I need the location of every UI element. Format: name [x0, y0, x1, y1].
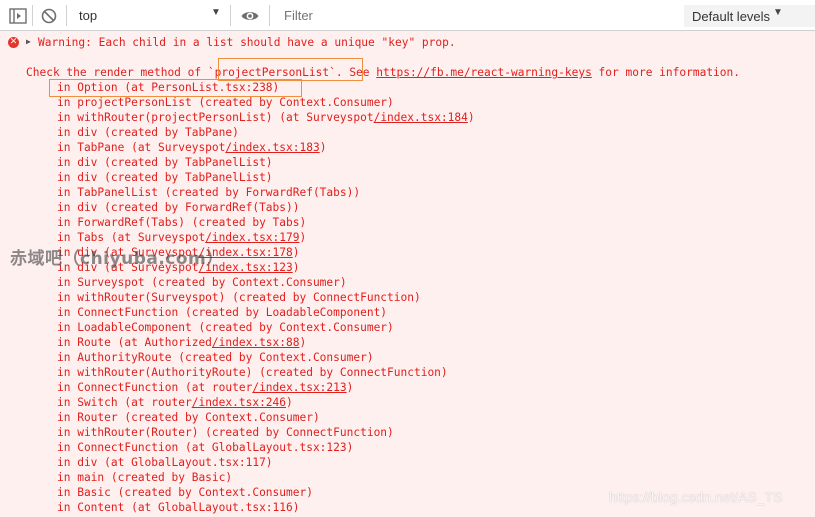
stack-line-text: in Switch (at router	[57, 396, 192, 409]
stack-line-text: in withRouter(Router) (created by Connec…	[57, 426, 394, 439]
stack-line-suffix: )	[299, 231, 307, 244]
highlight-box-component	[218, 58, 363, 81]
stack-line-text: in LoadableComponent (created by Context…	[57, 321, 394, 334]
check-render-line: Check the render method of `projectPerso…	[26, 65, 740, 80]
stack-line: in div (created by TabPane)	[57, 125, 239, 140]
console-toolbar: top ▼ Default levels ▼	[0, 0, 815, 31]
stack-line-text: in Content (at GlobalLayout.tsx:116)	[57, 501, 300, 514]
stack-line: in Route (at Authorized/index.tsx:88)	[57, 335, 306, 350]
log-levels-label: Default levels	[692, 9, 771, 24]
stack-line-suffix: )	[346, 381, 354, 394]
toolbar-divider	[32, 5, 33, 26]
stack-line-text: in Tabs (at Surveyspot	[57, 231, 206, 244]
stack-line-text: in TabPanelList (created by ForwardRef(T…	[57, 186, 361, 199]
source-link[interactable]: /index.tsx:246	[192, 396, 286, 409]
stack-line: in ConnectFunction (at router/index.tsx:…	[57, 380, 353, 395]
check-suffix: for more information.	[591, 66, 740, 79]
stack-line: in projectPersonList (created by Context…	[57, 95, 394, 110]
source-link[interactable]: /index.tsx:88	[212, 336, 300, 349]
source-link[interactable]: /index.tsx:213	[252, 381, 346, 394]
stack-line-suffix: )	[286, 396, 293, 409]
stack-line-text: in div (created by TabPane)	[57, 126, 239, 139]
check-prefix: Check the render method of	[26, 66, 208, 79]
stack-line: in div (at GlobalLayout.tsx:117)	[57, 455, 273, 470]
stack-line: in withRouter(Router) (created by Connec…	[57, 425, 394, 440]
stack-line-text: in projectPersonList (created by Context…	[57, 96, 394, 109]
eye-icon[interactable]	[240, 6, 260, 26]
stack-line: in ConnectFunction (at GlobalLayout.tsx:…	[57, 440, 353, 455]
stack-line-suffix: )	[299, 336, 307, 349]
react-warning-link[interactable]: https://fb.me/react-warning-keys	[376, 66, 592, 79]
stack-line-text: in div (created by TabPanelList)	[57, 171, 273, 184]
stack-line-text: in Surveyspot (created by Context.Consum…	[57, 276, 347, 289]
stack-line-text: in TabPane (at Surveyspot	[57, 141, 226, 154]
stack-line-text: in div (created by ForwardRef(Tabs))	[57, 201, 300, 214]
stack-line-suffix: )	[292, 246, 300, 259]
stack-line-text: in Basic (created by Context.Consumer)	[57, 486, 313, 499]
stack-line-text: in ConnectFunction (at router	[57, 381, 253, 394]
stack-line-suffix: )	[319, 141, 327, 154]
stack-line: in div (created by TabPanelList)	[57, 155, 273, 170]
stack-line: in AuthorityRoute (created by Context.Co…	[57, 350, 374, 365]
stack-line-text: in ForwardRef(Tabs) (created by Tabs)	[57, 216, 307, 229]
stack-line-text: in withRouter(Surveyspot) (created by Co…	[57, 291, 421, 304]
watermark: 赤域吧（chiyuba.com）	[10, 249, 224, 269]
stack-line: in Switch (at router/index.tsx:246)	[57, 395, 293, 410]
stack-line-text: in ConnectFunction (at GlobalLayout.tsx:…	[57, 441, 354, 454]
stack-line-text: in Router (created by Context.Consumer)	[57, 411, 320, 424]
stack-line: in withRouter(AuthorityRoute) (created b…	[57, 365, 448, 380]
stack-line: in withRouter(Surveyspot) (created by Co…	[57, 290, 421, 305]
error-icon: ✕	[8, 37, 19, 48]
stack-line: in div (created by ForwardRef(Tabs))	[57, 200, 299, 215]
chevron-down-icon: ▼	[773, 7, 783, 18]
stack-line: in Tabs (at Surveyspot/index.tsx:179)	[57, 230, 306, 245]
stack-line: in Basic (created by Context.Consumer)	[57, 485, 313, 500]
stack-line: in ConnectFunction (created by LoadableC…	[57, 305, 387, 320]
stack-line-text: in div (at GlobalLayout.tsx:117)	[57, 456, 273, 469]
stack-line-text: in Route (at Authorized	[57, 336, 212, 349]
stack-line-text: in div (created by TabPanelList)	[57, 156, 273, 169]
source-link[interactable]: /index.tsx:184	[374, 111, 468, 124]
clear-console-icon[interactable]	[39, 6, 59, 26]
stack-line-text: in AuthorityRoute (created by Context.Co…	[57, 351, 374, 364]
expand-arrow-icon[interactable]: ▶	[26, 37, 31, 46]
chevron-down-icon[interactable]: ▼	[211, 7, 221, 18]
stack-line: in Content (at GlobalLayout.tsx:116)	[57, 500, 299, 515]
stack-line-text: in main (created by Basic)	[57, 471, 233, 484]
highlight-box-option	[49, 79, 302, 97]
stack-line-text: in withRouter(projectPersonList) (at Sur…	[57, 111, 374, 124]
toolbar-divider	[230, 5, 231, 26]
stack-line: in ForwardRef(Tabs) (created by Tabs)	[57, 215, 306, 230]
filter-input[interactable]	[276, 4, 680, 26]
context-selector[interactable]: top	[79, 8, 97, 23]
stack-line-suffix: )	[292, 261, 300, 274]
toolbar-divider	[269, 5, 270, 26]
source-link[interactable]: /index.tsx:179	[205, 231, 299, 244]
stack-line-suffix: )	[467, 111, 475, 124]
warning-message: Warning: Each child in a list should hav…	[38, 36, 456, 49]
stack-line: in div (created by TabPanelList)	[57, 170, 273, 185]
stack-line: in LoadableComponent (created by Context…	[57, 320, 394, 335]
stack-line: in Router (created by Context.Consumer)	[57, 410, 320, 425]
stack-line: in TabPanelList (created by ForwardRef(T…	[57, 185, 360, 200]
console-output: ✕ ▶ Warning: Each child in a list should…	[0, 31, 815, 517]
toolbar-divider	[66, 5, 67, 26]
stack-line-text: in ConnectFunction (created by LoadableC…	[57, 306, 388, 319]
stack-line-text: in withRouter(AuthorityRoute) (created b…	[57, 366, 448, 379]
source-link[interactable]: /index.tsx:183	[225, 141, 319, 154]
log-levels-dropdown[interactable]: Default levels ▼	[684, 5, 815, 27]
stack-line: in Surveyspot (created by Context.Consum…	[57, 275, 347, 290]
stack-line: in TabPane (at Surveyspot/index.tsx:183)	[57, 140, 326, 155]
stack-line: in withRouter(projectPersonList) (at Sur…	[57, 110, 475, 125]
sidebar-toggle-icon[interactable]	[8, 6, 28, 26]
stack-line: in main (created by Basic)	[57, 470, 232, 485]
credit-watermark: https://blog.csdn.net/AS_TS	[609, 489, 783, 505]
